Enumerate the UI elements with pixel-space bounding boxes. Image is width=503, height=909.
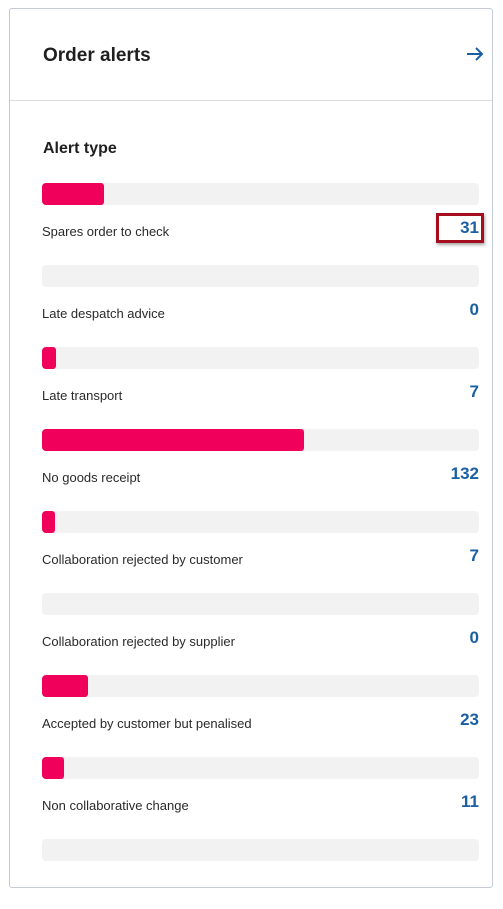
alert-bar-fill	[42, 183, 104, 205]
alert-row[interactable]: Collaboration rejected by supplier 0	[42, 593, 479, 663]
alert-count[interactable]: 23	[460, 710, 479, 730]
alert-count[interactable]: 132	[451, 464, 479, 484]
alert-bar-track	[42, 593, 479, 615]
alert-bar-fill	[42, 757, 64, 779]
alert-bar-track	[42, 347, 479, 369]
alert-count[interactable]: 7	[470, 382, 479, 402]
alert-bar-track	[42, 265, 479, 287]
alert-bar-track	[42, 511, 479, 533]
alert-label: Non collaborative change	[42, 798, 189, 813]
alert-label: Collaboration rejected by customer	[42, 552, 243, 567]
card-title: Order alerts	[43, 45, 151, 66]
alert-count[interactable]: 11	[461, 792, 479, 812]
alert-bar-track	[42, 839, 479, 861]
alert-type-heading: Alert type	[43, 140, 117, 157]
alert-bar-fill	[42, 429, 304, 451]
alert-label: Late transport	[42, 388, 123, 403]
alert-bar-track	[42, 757, 479, 779]
alert-bar-track	[42, 183, 479, 205]
alert-bar-track	[42, 675, 479, 697]
alert-bar-fill	[42, 675, 88, 697]
alert-row[interactable]: Accepted by customer but penalised 23	[42, 675, 479, 745]
alert-label: Spares order to check	[42, 224, 170, 239]
alert-row[interactable]: Late despatch advice 0	[42, 265, 479, 335]
alert-label: No goods receipt	[42, 470, 141, 485]
alert-row[interactable]	[42, 839, 479, 909]
order-alerts-card: Order alerts Alert type Spares order to …	[9, 8, 493, 888]
alert-label: Collaboration rejected by supplier	[42, 634, 235, 649]
alert-row[interactable]: No goods receipt 132	[42, 429, 479, 499]
alert-bar-fill	[42, 511, 55, 533]
card-header: Order alerts	[10, 9, 492, 101]
alert-row[interactable]: Non collaborative change 11	[42, 757, 479, 827]
alert-count[interactable]: 0	[470, 628, 479, 648]
alert-bar-fill	[42, 347, 56, 369]
alert-row[interactable]: Collaboration rejected by customer 7	[42, 511, 479, 581]
alert-count[interactable]: 7	[470, 546, 479, 566]
alert-count[interactable]: 0	[470, 300, 479, 320]
alert-bar-track	[42, 429, 479, 451]
alert-row[interactable]: Spares order to check 31	[42, 183, 479, 253]
alert-row[interactable]: Late transport 7	[42, 347, 479, 417]
alert-label: Late despatch advice	[42, 306, 165, 321]
highlight-annotation	[436, 213, 484, 243]
arrow-right-icon[interactable]	[464, 43, 486, 65]
alert-label: Accepted by customer but penalised	[42, 716, 252, 731]
